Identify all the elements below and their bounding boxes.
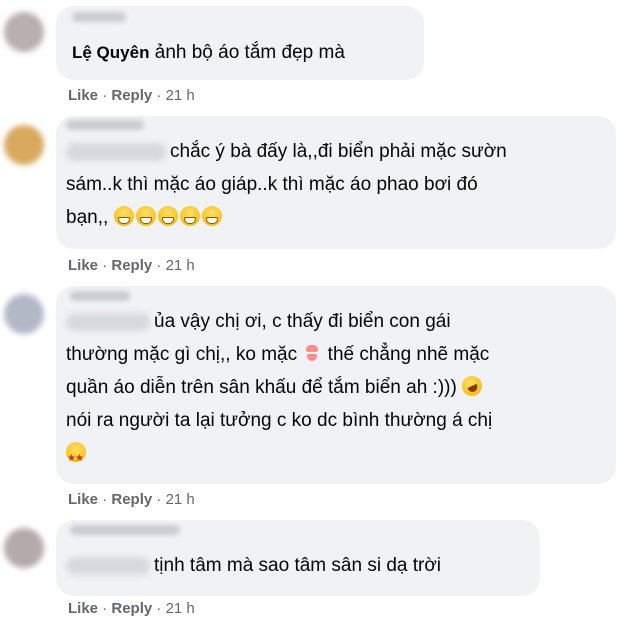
avatar[interactable] bbox=[4, 528, 44, 568]
avatar[interactable] bbox=[4, 125, 44, 165]
grinning-face-icon bbox=[201, 206, 222, 226]
bikini-icon bbox=[305, 343, 319, 363]
comment-line: ảnh bộ áo tắm đẹp mà bbox=[154, 42, 345, 63]
blurred-tag bbox=[66, 142, 166, 161]
comment-line: tịnh tâm mà sao tâm sân si dạ trời bbox=[154, 555, 442, 576]
star-struck-icon bbox=[66, 442, 86, 475]
grinning-face-icon bbox=[157, 206, 178, 226]
separator: · bbox=[98, 491, 112, 508]
blurred-author-name bbox=[66, 120, 144, 130]
blurred-author-name bbox=[72, 12, 126, 22]
comment-text: tịnh tâm mà sao tâm sân si dạ trời bbox=[66, 550, 441, 582]
comment-actions: Like · Reply · 21 h bbox=[68, 257, 195, 274]
comment-text: Lệ Quyên ảnh bộ áo tắm đẹp mà bbox=[72, 37, 345, 69]
reply-button[interactable]: Reply bbox=[111, 491, 152, 508]
reply-button[interactable]: Reply bbox=[111, 87, 152, 104]
comment-author[interactable]: Lệ Quyên bbox=[72, 43, 149, 62]
comment-line: bạn,, bbox=[66, 207, 109, 228]
comment-text: chắc ý bà đấy là,,đi biển phải mặc sườn bbox=[66, 136, 507, 168]
separator: · bbox=[152, 491, 166, 508]
comment-actions: Like · Reply · 21 h bbox=[68, 491, 195, 508]
avatar[interactable] bbox=[4, 12, 44, 52]
like-button[interactable]: Like bbox=[68, 600, 98, 617]
comment-line: sám..k thì mặc áo giáp..k thì mặc áo pha… bbox=[66, 174, 478, 195]
rolling-on-floor-laughing-icon bbox=[458, 372, 486, 400]
comment-text: sám..k thì mặc áo giáp..k thì mặc áo pha… bbox=[66, 169, 478, 201]
separator: · bbox=[152, 87, 166, 104]
comment-actions: Like · Reply · 21 h bbox=[68, 87, 195, 104]
reply-button[interactable]: Reply bbox=[111, 600, 152, 617]
comment-line: chắc ý bà đấy là,,đi biển phải mặc sườn bbox=[170, 141, 507, 162]
like-button[interactable]: Like bbox=[68, 257, 98, 274]
separator: · bbox=[152, 257, 166, 274]
like-button[interactable]: Like bbox=[68, 87, 98, 104]
comment-line: thế chẳng nhẽ mặc bbox=[327, 344, 490, 365]
separator: · bbox=[98, 600, 112, 617]
avatar[interactable] bbox=[4, 294, 44, 334]
comment-text: nói ra người ta lại tưởng c ko dc bình t… bbox=[66, 405, 492, 437]
reply-button[interactable]: Reply bbox=[111, 257, 152, 274]
timestamp[interactable]: 21 h bbox=[166, 257, 195, 274]
timestamp[interactable]: 21 h bbox=[166, 87, 195, 104]
comment-bubble: ủa vậy chị ơi, c thấy đi biển con gái th… bbox=[56, 286, 616, 484]
blurred-tag bbox=[66, 312, 150, 331]
comment-text: quần áo diễn trên sân khấu để tắm biển a… bbox=[66, 372, 486, 404]
comment-text bbox=[66, 438, 88, 475]
comment-line: ủa vậy chị ơi, c thấy đi biển con gái bbox=[154, 311, 451, 332]
blurred-author-name bbox=[70, 291, 130, 301]
blurred-tag bbox=[66, 556, 150, 575]
separator: · bbox=[152, 600, 166, 617]
comment-bubble: Lệ Quyên ảnh bộ áo tắm đẹp mà bbox=[56, 6, 424, 80]
blurred-author-name bbox=[70, 525, 180, 535]
separator: · bbox=[98, 257, 112, 274]
grinning-face-icon bbox=[135, 206, 156, 226]
grinning-face-icon bbox=[179, 206, 200, 226]
comment-text: thường mặc gì chị,, ko mặc thế chẳng nhẽ… bbox=[66, 339, 489, 371]
comment-actions: Like · Reply · 21 h bbox=[68, 600, 195, 617]
timestamp[interactable]: 21 h bbox=[166, 491, 195, 508]
timestamp[interactable]: 21 h bbox=[166, 600, 195, 617]
comment-text: ủa vậy chị ơi, c thấy đi biển con gái bbox=[66, 306, 451, 338]
like-button[interactable]: Like bbox=[68, 491, 98, 508]
comment-bubble: tịnh tâm mà sao tâm sân si dạ trời bbox=[56, 520, 540, 596]
comment-line: quần áo diễn trên sân khấu để tắm biển a… bbox=[66, 377, 457, 398]
comment-bubble: chắc ý bà đấy là,,đi biển phải mặc sườn … bbox=[56, 116, 616, 249]
comment-line: thường mặc gì chị,, ko mặc bbox=[66, 344, 298, 365]
grinning-face-icon bbox=[113, 206, 134, 226]
comment-text: bạn,, bbox=[66, 202, 224, 234]
separator: · bbox=[98, 87, 112, 104]
comment-line: nói ra người ta lại tưởng c ko dc bình t… bbox=[66, 410, 493, 431]
